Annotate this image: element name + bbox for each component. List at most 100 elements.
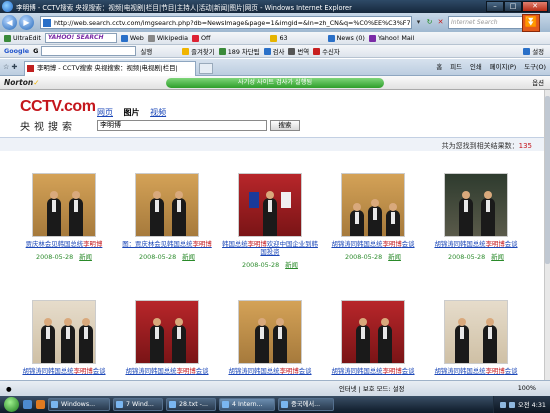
home-button[interactable]: 홈 [436,62,442,71]
result-meta: 2008-05-28 新闻 [14,252,114,261]
tab-images[interactable]: 图片 [124,108,140,117]
result-thumbnail[interactable] [444,300,508,364]
result-category-link[interactable]: 新闻 [79,253,92,261]
page-menu[interactable]: 페이지(P) [490,62,516,71]
caption-highlight: 李明博 [485,367,505,375]
vertical-scrollbar[interactable] [544,90,550,380]
print-button[interactable]: 인쇄 [470,62,482,71]
quicklaunch-icon[interactable] [36,400,45,409]
taskbar-item[interactable]: 28.txt -... [166,398,216,411]
web-search-button[interactable]: Web [120,34,144,42]
wikipedia-icon [147,34,155,42]
minimize-button[interactable]: – [486,1,504,12]
query-input[interactable]: 李明博 [97,120,267,131]
quicklaunch-icon[interactable] [23,400,32,409]
result-thumbnail[interactable] [444,173,508,237]
result-category-link[interactable]: 新闻 [285,261,298,269]
result-thumbnail[interactable] [238,300,302,364]
close-button[interactable]: ✕ [522,1,548,12]
tools-menu[interactable]: 도구(O) [524,62,546,71]
result-card: 胡锦涛同韩国总统李明博会谈 [323,300,423,375]
result-caption[interactable]: 胡锦涛同韩国总统李明博会谈 [426,367,526,375]
person-figure [483,318,497,363]
result-thumbnail[interactable] [135,300,199,364]
refresh-icon[interactable]: ↻ [425,17,434,28]
person-figure [459,191,473,236]
tab-web[interactable]: 网页 [97,108,113,117]
tab-active[interactable]: 李明博 - CCTV搜索 央视搜索：视频|电视剧|栏目| [24,61,196,76]
send-to-button[interactable]: 수신자 [313,47,340,56]
result-thumbnail[interactable] [32,173,96,237]
norton-safe-status[interactable]: 사기성 사이트 검사가 실행됨 [166,78,384,88]
tray-icon[interactable] [499,401,506,408]
new-tab-button[interactable] [199,63,213,74]
feeds-button[interactable]: 피드 [450,62,462,71]
person-figure [481,191,495,236]
tab-video[interactable]: 视频 [150,108,166,117]
result-card: 图：贾庆林会见韩国总统李明博 2008-05-28 新闻 [117,173,217,261]
person-figure [455,318,469,363]
ultraedit-button[interactable]: UltraEdit [4,34,41,42]
taskbar-item[interactable]: 중국에서... [278,398,334,411]
url-field[interactable]: http://web.search.cctv.com/imgsearch.php… [40,16,412,29]
caption-highlight: 李明博 [382,367,402,375]
result-thumbnail[interactable] [341,173,405,237]
google-search-go-button[interactable]: 실행 [140,47,152,56]
result-thumbnail[interactable] [238,173,302,237]
wikipedia-button[interactable]: Wikipedia [147,34,188,42]
result-caption[interactable]: 胡锦涛同韩国总统李明博会谈 [14,367,114,375]
result-caption[interactable]: 贾庆林会见韩国总统李明博 [14,240,114,248]
norton-options-button[interactable]: 옵션 [532,78,544,87]
result-category-link[interactable]: 新闻 [491,253,504,261]
security-zone[interactable]: 인터넷 | 보호 모드: 설정 [339,384,404,393]
check-button[interactable]: 검사 [263,47,284,56]
back-button[interactable]: ◀ [2,15,17,30]
search-button[interactable]: 搜索 [270,120,300,131]
news-button[interactable]: News (0) [327,34,365,42]
result-thumbnail[interactable] [135,173,199,237]
result-thumbnail[interactable] [32,300,96,364]
result-category-link[interactable]: 新闻 [388,253,401,261]
result-caption[interactable]: 韩国总统李明博欢迎中国企业到韩国投资 [220,240,320,256]
notification-count[interactable]: 63 [270,34,288,42]
google-settings-button[interactable]: 설정 [523,47,544,56]
tray-icon[interactable] [508,401,515,408]
scrollbar-thumb[interactable] [545,96,550,264]
start-button[interactable] [4,397,19,412]
caption-highlight: 李明博 [176,367,196,375]
result-caption[interactable]: 胡锦涛同韩国总统李明博会谈 [323,367,423,375]
result-caption[interactable]: 图：贾庆林会见韩国总统李明博 [117,240,217,248]
cctv-logo[interactable]: CCTV.com 央视搜索 [20,98,96,133]
translate-button[interactable]: 번역 [288,47,309,56]
web-icon [120,34,128,42]
stop-icon[interactable]: ✕ [436,17,445,28]
google-search-input[interactable] [41,46,137,56]
result-caption[interactable]: 胡锦涛同韩国总统李明博会谈 [323,240,423,248]
yahoo-mail-button[interactable]: Yahoo! Mail [368,34,414,42]
result-card: 胡锦涛同韩国总统李明博会谈 2008-05-28 新闻 [426,173,526,261]
favorites-center-icon[interactable]: ☆ ✚ [3,63,17,71]
result-thumbnail[interactable] [341,300,405,364]
caption-text: 胡锦涛同韩国总统 [331,240,383,248]
popup-off-button[interactable]: Off [192,34,210,42]
popups-blocked-button[interactable]: 189 차단됨 [218,47,260,56]
taskbar-item[interactable]: 7 Wind... [113,398,163,411]
download-arrow-icon[interactable]: ⏬ [522,14,540,32]
favorites-label: 즐겨찾기 [191,47,215,56]
result-card: 胡锦涛同韩国总统李明博会谈 [14,300,114,375]
forward-button[interactable]: ▶ [19,15,34,30]
zoom-level[interactable]: 100% [518,384,536,392]
result-caption[interactable]: 胡锦涛同韩国总统李明博会谈 [117,367,217,375]
favorites-button[interactable]: 즐겨찾기 [182,47,215,56]
maximize-button[interactable]: □ [504,1,522,12]
url-dropdown-icon[interactable]: ▾ [414,17,423,28]
person-figure [263,191,277,236]
result-caption[interactable]: 胡锦涛同韩国总统李明博会谈 [220,367,320,375]
clock[interactable]: 오전 4:31 [518,400,546,409]
yahoo-search-input[interactable]: YAHOO! SEARCH [44,33,117,43]
result-caption[interactable]: 胡锦涛同韩国总统李明博会谈 [426,240,526,248]
result-date: 2008-05-28 [345,253,383,261]
result-category-link[interactable]: 新闻 [182,253,195,261]
taskbar-item[interactable]: Windows... [48,398,110,411]
taskbar-item[interactable]: 4 Intern... [219,398,275,411]
